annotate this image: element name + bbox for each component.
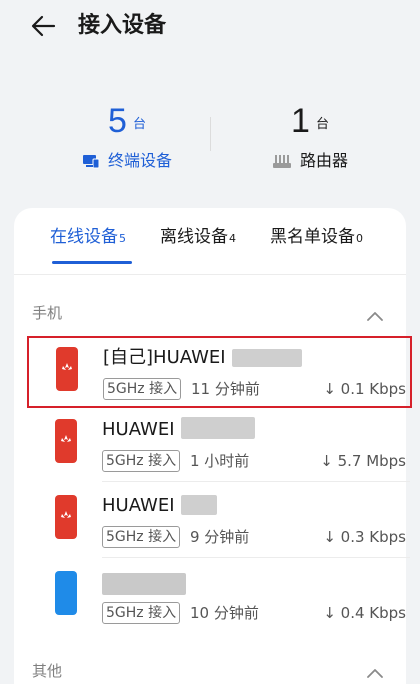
huawei-logo-icon [61,435,71,442]
device-row[interactable]: HUAWEI 5GHz 接入 9 分钟前 ↓ 0.3 Kbps [28,486,410,558]
tab-offline-label: 离线设备 [160,227,228,247]
device-row-self[interactable]: [自己]HUAWEI 5GHz 接入 11 分钟前 ↓ 0.1 Kbps [27,336,412,408]
redacted-text [231,349,302,367]
monitor-icon [82,155,100,169]
phone-icon [55,571,77,615]
page-title: 接入设备 [78,13,167,38]
arrow-left-icon[interactable] [28,10,60,42]
section-phones-label: 手机 [32,304,63,322]
router-count: 1 [291,102,310,140]
terminal-unit: 台 [132,117,146,132]
connected-time: 11 分钟前 [191,380,260,398]
app-header: 接入设备 [0,0,420,56]
connected-time: 10 分钟前 [190,604,259,622]
tab-blacklist-count: 0 [356,232,363,245]
router-unit: 台 [315,117,329,132]
summary-divider [210,117,211,151]
download-speed: ↓ 0.1 Kbps [323,380,406,398]
tab-blacklist-label: 黑名单设备 [270,227,355,247]
band-badge: 5GHz 接入 [102,602,181,624]
device-name-text: HUAWEI [102,419,175,440]
tab-divider [14,274,406,275]
tab-offline[interactable]: 离线设备4 [160,224,236,252]
active-tab-indicator [52,261,132,264]
device-row[interactable]: 5GHz 接入 10 分钟前 ↓ 0.4 Kbps [28,562,410,634]
band-badge: 5GHz 接入 [103,378,182,400]
tab-online-count: 5 [119,232,126,245]
phone-icon [56,347,78,391]
download-speed: ↓ 0.4 Kbps [323,604,406,622]
device-row[interactable]: HUAWEI 5GHz 接入 1 小时前 ↓ 5.7 Mbps [28,410,410,482]
chevron-up-icon[interactable] [366,667,384,679]
redacted-text [180,417,255,439]
connected-time: 9 分钟前 [190,528,250,546]
device-name: HUAWEI [102,417,255,443]
device-list-card: 在线设备5 离线设备4 黑名单设备0 手机 [自己]HUAWEI 5GHz 接入… [14,208,412,684]
device-name: HUAWEI [102,493,217,519]
connected-time: 1 小时前 [190,452,250,470]
terminal-count: 5 [108,102,127,140]
tab-online-label: 在线设备 [50,227,118,247]
tab-bar: 在线设备5 离线设备4 黑名单设备0 [14,208,406,268]
terminal-summary[interactable]: 5台 终端设备 [47,95,207,173]
huawei-logo-icon [62,363,72,370]
phone-icon [55,495,77,539]
chevron-up-icon[interactable] [366,310,384,322]
router-label: 路由器 [299,151,348,170]
device-name-text: HUAWEI [102,495,175,516]
device-name: [自己]HUAWEI [103,345,302,371]
redacted-text [180,495,217,515]
download-speed: ↓ 5.7 Mbps [320,452,406,470]
band-badge: 5GHz 接入 [102,450,181,472]
download-speed: ↓ 0.3 Kbps [323,528,406,546]
router-summary[interactable]: 1台 路由器 [230,95,390,173]
tab-online[interactable]: 在线设备5 [50,224,126,252]
device-name-text: [自己]HUAWEI [103,347,226,368]
row-divider [102,557,410,558]
terminal-label: 终端设备 [107,151,172,170]
phone-icon [55,419,77,463]
section-other-label: 其他 [32,662,63,680]
router-icon [272,155,291,168]
band-badge: 5GHz 接入 [102,526,181,548]
device-summary: 5台 终端设备 1台 路由器 [0,95,420,185]
huawei-logo-icon [61,511,71,518]
tab-offline-count: 4 [229,232,236,245]
redacted-device-name [102,573,186,595]
row-divider [102,481,410,482]
tab-blacklist[interactable]: 黑名单设备0 [270,224,363,252]
